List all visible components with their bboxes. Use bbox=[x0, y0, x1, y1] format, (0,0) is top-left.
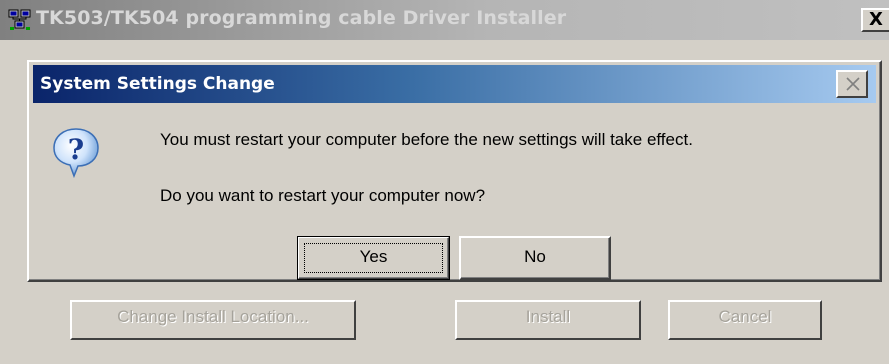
network-computers-icon bbox=[8, 9, 32, 31]
system-settings-change-dialog: System Settings Change ? You must restar… bbox=[27, 60, 882, 282]
installer-titlebar[interactable]: TK503/TK504 programming cable Driver Ins… bbox=[0, 0, 889, 40]
yes-button[interactable]: Yes bbox=[297, 236, 450, 280]
install-button[interactable]: Install bbox=[455, 300, 641, 340]
installer-close-button[interactable]: X bbox=[861, 8, 889, 32]
restart-message: You must restart your computer before th… bbox=[160, 130, 693, 149]
no-button[interactable]: No bbox=[459, 236, 611, 280]
focus-rect bbox=[304, 243, 443, 273]
installer-title: TK503/TK504 programming cable Driver Ins… bbox=[36, 7, 567, 29]
svg-text:?: ? bbox=[68, 133, 84, 166]
dialog-titlebar[interactable]: System Settings Change bbox=[33, 65, 876, 103]
desktop-area: TK503/TK504 programming cable Driver Ins… bbox=[0, 0, 889, 364]
question-icon: ? bbox=[52, 126, 100, 179]
close-icon bbox=[846, 77, 860, 91]
dialog-close-button[interactable] bbox=[836, 70, 868, 98]
no-button-label: No bbox=[524, 247, 546, 266]
restart-question: Do you want to restart your computer now… bbox=[160, 186, 486, 205]
change-install-location-button[interactable]: Change Install Location... bbox=[70, 300, 356, 340]
dialog-title: System Settings Change bbox=[40, 74, 275, 94]
cancel-button[interactable]: Cancel bbox=[668, 300, 822, 340]
